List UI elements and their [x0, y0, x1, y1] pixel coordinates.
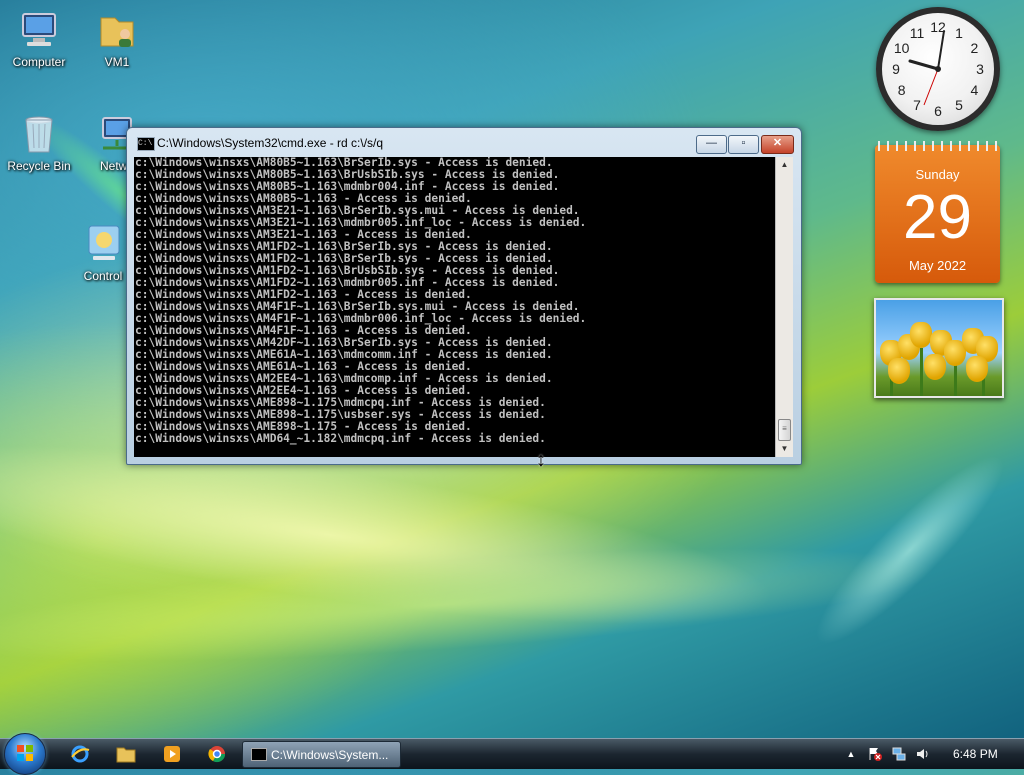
calendar-rings-icon	[875, 141, 1000, 151]
start-button[interactable]	[4, 733, 46, 775]
taskbar-cmd-button[interactable]: C:\Windows\System...	[242, 741, 401, 768]
tulip-image	[910, 322, 932, 348]
tulip-image	[924, 354, 946, 380]
cmd-icon	[251, 748, 267, 761]
console-output[interactable]: c:\Windows\winsxs\AM80B5~1.163\BrSerIb.s…	[134, 157, 775, 457]
file-explorer-icon[interactable]	[116, 745, 136, 763]
scrollbar-thumb[interactable]: ≡	[778, 419, 791, 441]
clock-number: 6	[934, 103, 942, 119]
desktop-icon-recycle-bin[interactable]: Recycle Bin	[2, 112, 76, 173]
network-status-icon[interactable]	[892, 747, 906, 761]
clock-number: 4	[970, 82, 979, 98]
clock-number: 3	[976, 61, 984, 77]
tulip-image	[966, 356, 988, 382]
desktop-icon-label: Computer	[12, 55, 66, 69]
clock-number: 2	[970, 40, 979, 56]
recycle-bin-icon	[17, 112, 61, 156]
clock-gadget[interactable]: 12 1 2 3 4 5 6 7 8 9 10 11	[876, 7, 1000, 131]
taskbar-button-label: C:\Windows\System...	[271, 748, 389, 762]
action-center-icon[interactable]	[868, 747, 882, 761]
control-panel-icon	[81, 222, 125, 266]
close-button[interactable]: ✕	[761, 135, 794, 154]
wallpaper-streak	[0, 525, 942, 685]
calendar-month-year: May 2022	[908, 258, 967, 273]
clock-number: 9	[892, 61, 900, 77]
desktop-icon-label: Recycle Bin	[7, 159, 71, 173]
chrome-icon[interactable]	[207, 745, 227, 763]
desktop-icon-computer[interactable]: Computer	[2, 8, 76, 69]
internet-explorer-icon[interactable]	[70, 745, 90, 763]
windows-logo-icon	[17, 745, 33, 761]
slideshow-gadget[interactable]	[874, 298, 1004, 398]
scroll-up-icon[interactable]: ▲	[776, 157, 793, 173]
clock-number: 1	[955, 24, 963, 41]
resize-cursor-icon: ↕	[536, 449, 546, 471]
tulip-stem	[920, 348, 923, 396]
window-titlebar[interactable]: C:\ C:\Windows\System32\cmd.exe - rd c:\…	[127, 128, 801, 156]
cmd-icon: C:\	[137, 137, 155, 151]
scroll-down-icon[interactable]: ▼	[776, 441, 793, 457]
window-title: C:\Windows\System32\cmd.exe - rd c:\/s/q	[157, 136, 384, 150]
maximize-button[interactable]: ▫	[728, 135, 759, 154]
clock-number: 5	[955, 97, 963, 114]
calendar-day-name: Sunday	[915, 167, 960, 182]
computer-icon	[17, 8, 61, 52]
tulip-image	[888, 358, 910, 384]
volume-icon[interactable]	[916, 747, 930, 761]
minimize-button[interactable]: —	[696, 135, 727, 154]
system-tray: ▲ 6:48 PM	[836, 741, 1024, 767]
clock-number: 12	[930, 19, 946, 35]
taskbar: C:\Windows\System... ▲ 6:48 PM	[0, 733, 1024, 775]
taskbar-clock[interactable]: 6:48 PM	[953, 747, 998, 761]
desktop-icon-vm1[interactable]: VM1	[80, 8, 154, 69]
show-hidden-icons-icon[interactable]: ▲	[844, 747, 858, 761]
vertical-scrollbar[interactable]: ▲ ≡ ▼	[775, 157, 793, 457]
clock-number: 8	[897, 82, 906, 98]
clock-number: 7	[913, 97, 921, 114]
clock-number: 10	[893, 40, 910, 56]
console-line: c:\Windows\winsxs\AMD64_~1.182\mdmcpq.in…	[135, 432, 546, 445]
media-player-icon[interactable]	[162, 745, 182, 763]
desktop-icon-label: VM1	[104, 55, 130, 69]
user-folder-icon	[95, 8, 139, 52]
wallpaper-streak	[796, 436, 1024, 664]
calendar-day-number: 29	[903, 183, 972, 252]
clock-number: 11	[909, 24, 925, 41]
cmd-window[interactable]: C:\ C:\Windows\System32\cmd.exe - rd c:\…	[126, 127, 802, 465]
calendar-gadget[interactable]: Sunday 29 May 2022	[875, 141, 1000, 283]
